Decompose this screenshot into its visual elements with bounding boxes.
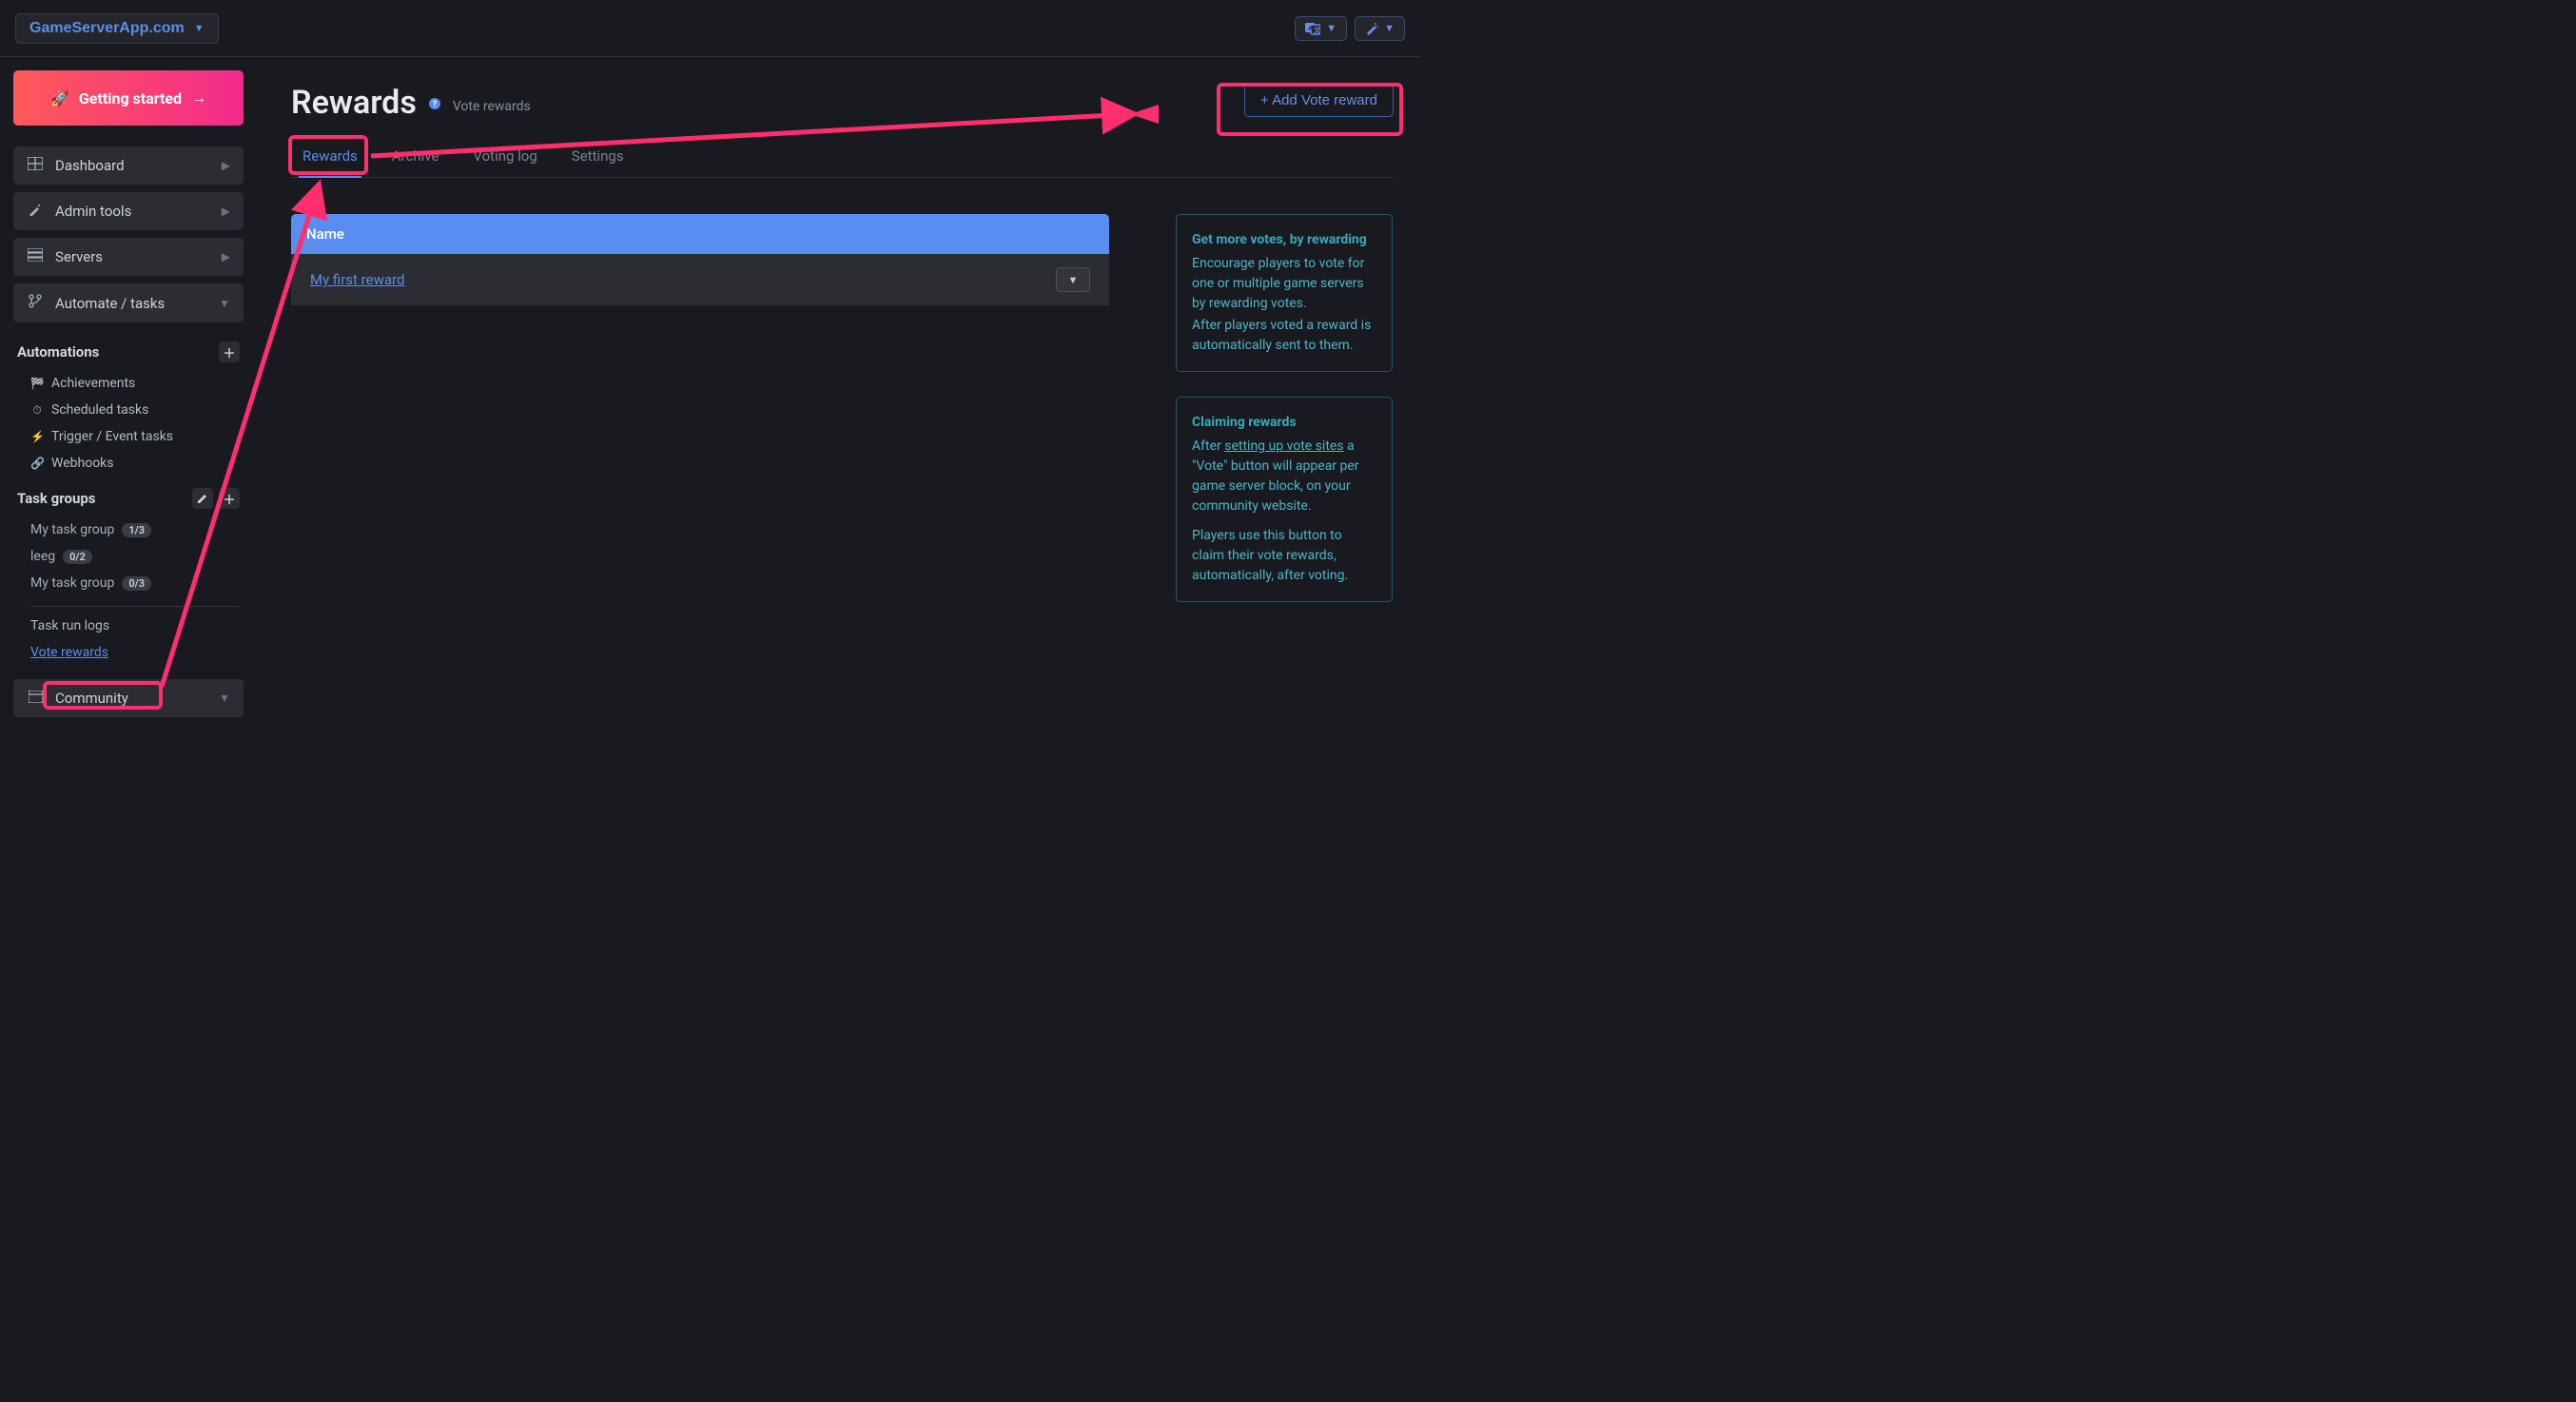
branch-icon (27, 294, 44, 312)
table-row: My first reward ▼ (291, 254, 1109, 305)
info-title: Claiming rewards (1192, 413, 1376, 433)
rocket-icon: 🚀 (50, 89, 69, 107)
svg-text:A: A (1308, 26, 1313, 32)
help-icon[interactable]: ? (428, 97, 441, 114)
pencil-icon (197, 493, 208, 504)
info-box-claiming: Claiming rewards After setting up vote s… (1176, 397, 1393, 602)
translate-button[interactable]: A 文 ▼ (1295, 16, 1347, 41)
sidebar-sub-scheduled[interactable]: ⏱ Scheduled tasks (13, 397, 244, 423)
chevron-down-icon: ▼ (1384, 23, 1395, 34)
chevron-right-icon: ▶ (222, 250, 230, 263)
sidebar-item-community[interactable]: Community ▼ (13, 679, 244, 717)
brand-dropdown[interactable]: GameServerApp.com ▼ (15, 13, 219, 44)
chevron-down-icon: ▼ (219, 297, 230, 310)
sidebar-item-servers[interactable]: Servers ▶ (13, 238, 244, 276)
sidebar-sub-label: Scheduled tasks (51, 402, 148, 418)
info-body: Players use this button to claim their v… (1192, 526, 1376, 586)
sidebar-item-label: Dashboard (55, 157, 125, 174)
tab-voting-log[interactable]: Voting log (469, 140, 540, 178)
sidebar-task-group[interactable]: My task group 1/3 (13, 516, 244, 543)
row-menu-button[interactable]: ▼ (1056, 267, 1090, 292)
svg-text:?: ? (433, 100, 438, 109)
translate-icon: A 文 (1305, 22, 1320, 35)
getting-started-label: Getting started (79, 89, 182, 107)
sidebar-sub-task-logs[interactable]: Task run logs (13, 613, 244, 639)
add-button[interactable]: ＋ (219, 341, 240, 362)
sidebar-sub-label: Vote rewards (30, 645, 108, 660)
section-automations: Automations ＋ (13, 330, 244, 370)
tab-settings[interactable]: Settings (568, 140, 628, 178)
svg-text:文: 文 (1314, 26, 1320, 34)
edit-button[interactable] (192, 488, 213, 509)
flag-icon: 🏁 (30, 377, 44, 390)
server-icon (27, 248, 44, 265)
tab-rewards[interactable]: Rewards (299, 140, 361, 178)
table-header-name: Name (291, 214, 1109, 254)
stopwatch-icon: ⏱ (30, 403, 44, 418)
info-body: After setting up vote sites a "Vote" but… (1192, 437, 1376, 516)
sidebar-sub-label: Achievements (51, 376, 135, 391)
chevron-down-icon: ▼ (1326, 23, 1337, 34)
chevron-down-icon: ▼ (219, 691, 230, 705)
task-group-label: leeg (30, 549, 55, 564)
add-button[interactable]: ＋ (219, 488, 240, 509)
getting-started-button[interactable]: 🚀 Getting started → (13, 70, 244, 126)
add-vote-reward-button[interactable]: + Add Vote reward (1244, 84, 1394, 117)
magic-wand-icon (27, 203, 44, 220)
grid-icon (27, 157, 44, 174)
theme-button[interactable]: ▼ (1355, 16, 1405, 41)
section-title-label: Task groups (17, 490, 96, 507)
chevron-down-icon: ▼ (194, 23, 205, 34)
task-group-label: My task group (30, 575, 114, 591)
link-icon: 🔗 (30, 457, 44, 470)
sidebar-sub-label: Webhooks (51, 456, 114, 471)
sidebar-sub-trigger[interactable]: ⚡ Trigger / Event tasks (13, 423, 244, 450)
reward-link[interactable]: My first reward (310, 271, 404, 288)
brand-label: GameServerApp.com (29, 20, 185, 37)
count-badge: 0/3 (122, 576, 151, 591)
sidebar-item-label: Servers (55, 248, 103, 265)
sidebar-sub-label: Task run logs (30, 618, 109, 633)
info-body: After players voted a reward is automati… (1192, 316, 1376, 356)
task-group-label: My task group (30, 522, 114, 537)
sidebar-item-admin-tools[interactable]: Admin tools ▶ (13, 192, 244, 230)
sidebar-sub-vote-rewards[interactable]: Vote rewards (13, 639, 244, 666)
arrow-right-icon: → (191, 88, 206, 107)
page-title: Rewards (291, 84, 417, 122)
sidebar-sub-label: Trigger / Event tasks (51, 429, 173, 444)
window-icon (27, 690, 44, 707)
sidebar-item-label: Community (55, 690, 128, 707)
count-badge: 1/3 (122, 523, 151, 537)
chevron-right-icon: ▶ (222, 159, 230, 172)
sidebar-item-automate[interactable]: Automate / tasks ▼ (13, 283, 244, 322)
count-badge: 0/2 (63, 550, 92, 564)
bolt-icon: ⚡ (30, 430, 44, 443)
sidebar-item-label: Automate / tasks (55, 295, 165, 312)
sidebar-task-group[interactable]: My task group 0/3 (13, 570, 244, 596)
divider (30, 606, 240, 607)
tab-archive[interactable]: Archive (388, 140, 443, 178)
info-body: Encourage players to vote for one or mul… (1192, 254, 1376, 314)
setup-vote-sites-link[interactable]: setting up vote sites (1224, 438, 1343, 454)
chevron-down-icon: ▼ (1068, 274, 1079, 286)
info-box-votes: Get more votes, by rewarding Encourage p… (1176, 214, 1393, 372)
section-task-groups: Task groups ＋ (13, 477, 244, 516)
sidebar-sub-webhooks[interactable]: 🔗 Webhooks (13, 450, 244, 477)
sidebar-sub-achievements[interactable]: 🏁 Achievements (13, 370, 244, 397)
section-title-label: Automations (17, 343, 99, 360)
page-subtitle: Vote rewards (453, 99, 531, 114)
magic-wand-icon (1365, 22, 1378, 35)
sidebar-item-dashboard[interactable]: Dashboard ▶ (13, 146, 244, 185)
chevron-right-icon: ▶ (222, 204, 230, 218)
sidebar-task-group[interactable]: leeg 0/2 (13, 543, 244, 570)
info-title: Get more votes, by rewarding (1192, 230, 1376, 250)
sidebar-item-label: Admin tools (55, 203, 131, 220)
